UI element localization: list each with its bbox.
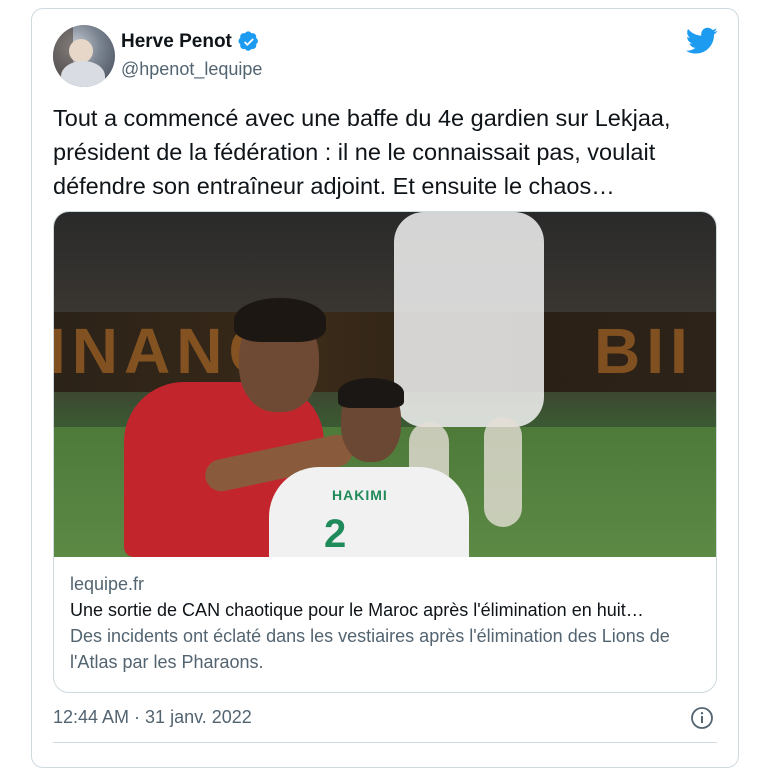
link-description: Des incidents ont éclaté dans les vestia… — [70, 626, 670, 672]
link-title: Une sortie de CAN chaotique pour le Maro… — [70, 600, 644, 620]
link-domain: lequipe.fr — [70, 574, 145, 594]
verified-badge-icon — [238, 31, 258, 51]
info-icon[interactable] — [690, 706, 714, 730]
avatar[interactable] — [53, 25, 115, 87]
twitter-bird-icon[interactable] — [686, 27, 718, 55]
link-preview-card[interactable]: INANC BII HAKIMI 2 lequipe.fr Une sortie… — [53, 211, 717, 693]
tweet-card: Herve Penot @hpenot_lequipe Tout a comme… — [31, 8, 739, 768]
jersey-name: HAKIMI — [332, 487, 388, 503]
divider — [53, 742, 717, 743]
author-name[interactable]: Herve Penot — [121, 31, 232, 53]
link-preview-image[interactable]: INANC BII HAKIMI 2 — [54, 212, 716, 557]
jersey-number: 2 — [324, 512, 347, 556]
author-handle[interactable]: @hpenot_lequipe — [121, 59, 262, 80]
author-name-row[interactable]: Herve Penot — [121, 31, 260, 53]
tweet-text: Tout a commencé avec une baffe du 4e gar… — [53, 105, 671, 199]
tweet-timestamp[interactable]: 12:44 AM · 31 janv. 2022 — [53, 707, 252, 728]
